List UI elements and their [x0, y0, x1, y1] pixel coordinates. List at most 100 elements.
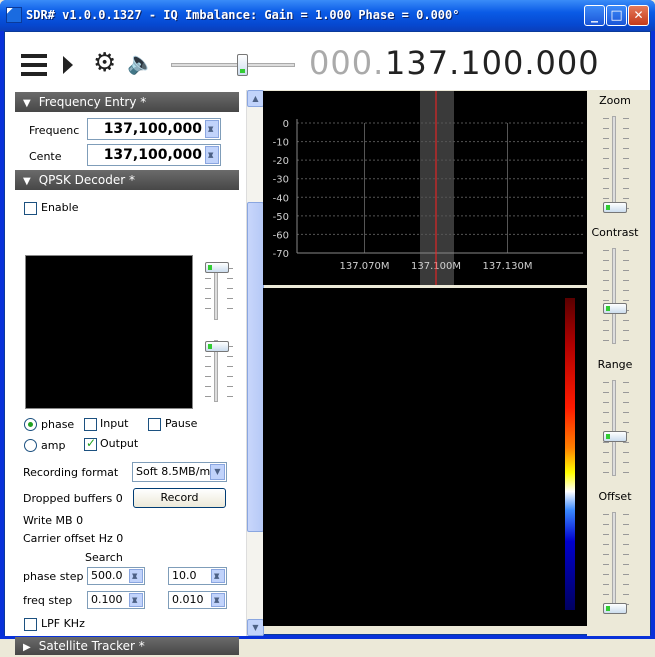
slider-ticks	[227, 268, 233, 318]
waterfall-display[interactable]	[263, 288, 587, 626]
zoom-slider-thumb[interactable]	[603, 202, 627, 213]
slider-ticks	[603, 514, 609, 608]
enable-label: Enable	[41, 201, 79, 214]
speaker-icon[interactable]: 🔈	[127, 51, 154, 77]
frequency-entry-title: Frequency Entry *	[38, 95, 147, 109]
close-button[interactable]: ✕	[628, 5, 649, 26]
center-spinner[interactable]	[205, 145, 219, 165]
record-button[interactable]: Record	[133, 488, 226, 508]
phase-label: phase	[41, 418, 75, 431]
expand-triangle-icon: ▶	[23, 642, 31, 653]
menu-icon[interactable]	[21, 54, 47, 76]
panel-scrollbar[interactable]: ▲ ▼	[246, 90, 264, 636]
recording-format-select[interactable]: Soft 8.5MB/m ▼	[132, 462, 227, 482]
frequency-input[interactable]: 137,100,000	[87, 118, 221, 140]
phase-step-input[interactable]: 500.0	[87, 567, 145, 585]
amp-label: amp	[41, 439, 66, 452]
slider-ticks	[227, 346, 233, 402]
frequency-display[interactable]: 137.100.000	[385, 44, 600, 82]
spectrum-analyzer[interactable]: 0 -10 -20 -30 -40 -50 -60 -70 137.070M 137.100M 13…	[263, 91, 587, 285]
freq-step-label: freq step	[23, 594, 73, 607]
center-input-value: 137,100,000	[103, 147, 202, 163]
slider-ticks	[623, 118, 629, 210]
qpsk-decoder-header[interactable]: ▼ QPSK Decoder *	[15, 170, 239, 190]
y-tick-label: -70	[273, 249, 289, 260]
offset-slider-thumb[interactable]	[603, 603, 627, 614]
search-label: Search	[85, 551, 123, 564]
side-panel: ▼ Frequency Entry * Frequenc 137,100,000 …	[5, 90, 264, 655]
phase-radio[interactable]	[24, 418, 37, 431]
frequency-input-value: 137,100,000	[103, 121, 202, 137]
application-window: SDR# v1.0.0.1327 - IQ Imbalance: Gain = …	[0, 0, 655, 655]
slider-ticks	[623, 382, 629, 474]
volume-slider-thumb[interactable]	[237, 54, 248, 76]
contrast-slider-track[interactable]	[612, 248, 616, 344]
slider-ticks	[205, 268, 211, 318]
phase-search-value: 10.0	[172, 569, 197, 582]
window-title: SDR# v1.0.0.1327 - IQ Imbalance: Gain = …	[26, 8, 460, 22]
frequency-entry-header[interactable]: ▼ Frequency Entry *	[15, 92, 239, 112]
y-tick-label: -40	[273, 193, 289, 204]
lpf-checkbox[interactable]	[24, 618, 37, 631]
minimize-button[interactable]: _	[584, 5, 605, 26]
amp-radio[interactable]	[24, 439, 37, 452]
scope-offset-slider-thumb[interactable]	[205, 341, 229, 352]
dropdown-arrow-icon: ▼	[210, 464, 225, 480]
phase-step-label: phase step	[23, 570, 84, 583]
slider-ticks	[623, 250, 629, 342]
dropped-buffers-label: Dropped buffers 0	[23, 492, 123, 505]
freq-search-input[interactable]: 0.010	[168, 591, 227, 609]
display-controls-panel: Zoom Contrast Range Offset	[587, 90, 650, 636]
center-input[interactable]: 137,100,000	[87, 144, 221, 166]
frequency-spinner[interactable]	[205, 119, 219, 139]
scroll-up-icon[interactable]: ▲	[247, 90, 264, 107]
gear-icon[interactable]: ⚙	[93, 50, 116, 76]
toolbar: ⚙ 🔈 000. 137.100.000	[5, 32, 650, 90]
scrollbar-thumb[interactable]	[247, 202, 264, 532]
pause-checkbox[interactable]	[148, 418, 161, 431]
frequency-leading-digits[interactable]: 000.	[309, 44, 384, 82]
output-label: Output	[100, 437, 139, 450]
maximize-button[interactable]: □	[606, 5, 627, 26]
play-icon[interactable]	[63, 56, 73, 74]
y-tick-label: -60	[273, 230, 289, 241]
y-tick-label: 0	[283, 119, 289, 130]
title-bar[interactable]: SDR# v1.0.0.1327 - IQ Imbalance: Gain = …	[0, 0, 655, 31]
freq-step-input[interactable]: 0.100	[87, 591, 145, 609]
pause-label: Pause	[165, 417, 198, 430]
phase-step-spinner[interactable]	[129, 568, 143, 584]
range-label: Range	[597, 358, 633, 371]
freq-search-spinner[interactable]	[211, 592, 225, 608]
phase-search-input[interactable]: 10.0	[168, 567, 227, 585]
input-checkbox[interactable]	[84, 418, 97, 431]
satellite-tracker-title: Satellite Tracker *	[38, 639, 145, 653]
slider-ticks	[603, 382, 609, 474]
freq-step-spinner[interactable]	[129, 592, 143, 608]
slider-ticks	[603, 250, 609, 342]
contrast-slider-thumb[interactable]	[603, 303, 627, 314]
freq-step-value: 0.100	[91, 593, 123, 606]
y-tick-label: -30	[273, 175, 289, 186]
contrast-label: Contrast	[591, 226, 639, 239]
y-tick-label: -50	[273, 212, 289, 223]
output-checkbox[interactable]	[84, 436, 97, 451]
y-tick-label: -10	[273, 138, 289, 149]
qpsk-decoder-title: QPSK Decoder *	[38, 173, 135, 187]
slider-ticks	[603, 118, 609, 210]
range-slider-thumb[interactable]	[603, 431, 627, 442]
enable-checkbox[interactable]	[24, 202, 37, 215]
carrier-offset-label: Carrier offset Hz 0	[23, 532, 124, 545]
range-slider-track[interactable]	[612, 380, 616, 476]
app-icon	[6, 7, 22, 23]
satellite-tracker-header[interactable]: ▶ Satellite Tracker *	[15, 637, 239, 655]
zoom-slider-track[interactable]	[612, 116, 616, 212]
zoom-label: Zoom	[599, 94, 631, 107]
volume-slider-track[interactable]	[171, 63, 295, 67]
scope-gain-slider-thumb[interactable]	[205, 262, 229, 273]
x-tick-label: 137.070M	[340, 261, 390, 272]
collapse-triangle-icon: ▼	[23, 176, 31, 187]
offset-slider-track[interactable]	[612, 512, 616, 610]
scroll-down-icon[interactable]: ▼	[247, 619, 264, 636]
waterfall-color-scale	[565, 298, 575, 610]
phase-search-spinner[interactable]	[211, 568, 225, 584]
